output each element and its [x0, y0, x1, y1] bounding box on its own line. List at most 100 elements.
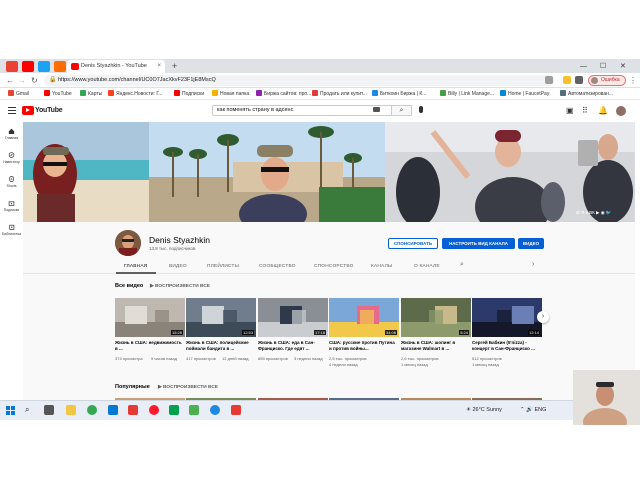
bookmark-item[interactable]: Новая папка — [212, 89, 249, 99]
pinned-tab-icon[interactable] — [54, 61, 66, 72]
microphone-icon[interactable] — [419, 106, 423, 113]
forward-button[interactable]: → — [18, 75, 26, 86]
tab-about[interactable]: О КАНАЛЕ — [414, 264, 440, 270]
active-browser-tab[interactable]: Denis Styazhkin - YouTube × — [67, 60, 165, 73]
youtube-pinned-tab-icon[interactable] — [22, 61, 34, 72]
play-all-popular-button[interactable]: ▶ ВОСПРОИЗВЕСТИ ВСЕ — [158, 384, 218, 391]
chrome-taskbar-icon[interactable] — [87, 405, 97, 415]
guide-label: Главная — [4, 136, 19, 140]
apps-grid-icon[interactable]: ⠿ — [582, 106, 588, 115]
bookmark-item[interactable]: YouTube — [44, 89, 72, 99]
share-icon[interactable] — [545, 76, 553, 84]
video-title[interactable]: Жизнь в США: еда в Сан-Франциско. Где ед… — [258, 340, 326, 351]
twitter-pinned-tab-icon[interactable] — [38, 61, 50, 72]
banner-social-links[interactable]: ⊞ Я в ВК ▶ ◉ 🐦 — [576, 210, 612, 216]
video-title[interactable]: Жизнь в США: шопинг в магазине Walmart в… — [401, 340, 469, 351]
bookmark-item[interactable]: Карты — [80, 89, 102, 99]
youtube-search-input[interactable]: как поменять страну в адсенс — [212, 105, 392, 116]
tabs-next-icon[interactable]: › — [532, 261, 535, 268]
bookmark-item[interactable]: Биржа сайтов: про... — [256, 89, 311, 99]
bookmark-item[interactable]: Gmail — [8, 89, 29, 99]
close-window-button[interactable]: ✕ — [620, 60, 626, 73]
file-explorer-icon[interactable] — [66, 405, 76, 415]
system-tray[interactable]: ⌃ 🔊 ENG — [520, 406, 546, 414]
address-bar[interactable]: 🔒 https://www.youtube.com/channel/UC0O7J… — [44, 75, 554, 86]
task-view-icon[interactable] — [44, 405, 54, 415]
video-views: 2,6 тыс. просмотров — [401, 356, 439, 361]
account-avatar[interactable] — [616, 106, 626, 116]
bookmark-item[interactable]: Подписки — [174, 89, 204, 99]
bookmark-item[interactable]: Billy | Link Manage... — [440, 89, 494, 99]
maximize-window-button[interactable]: ☐ — [600, 60, 606, 73]
video-title[interactable]: Жизнь в США: недвижимость в ... — [115, 340, 183, 351]
guide-item-shorts[interactable]: Shorts — [0, 176, 23, 188]
new-tab-button[interactable]: + — [172, 60, 177, 73]
video-title[interactable]: Жизнь в США: полицейские поймали бандита… — [186, 340, 254, 351]
mail-icon[interactable] — [108, 405, 118, 415]
manage-videos-button[interactable]: ВИДЕО — [518, 238, 544, 249]
browser-menu-icon[interactable]: ⋮ — [629, 75, 637, 86]
guide-item-library[interactable]: Библиотека — [0, 224, 23, 236]
windows-start-icon[interactable] — [6, 406, 15, 415]
bookmark-star-icon[interactable] — [563, 76, 571, 84]
weather-widget[interactable]: ☀ 26°C Sunny — [466, 406, 502, 414]
camtasia-icon[interactable] — [189, 405, 199, 415]
extensions-icon[interactable] — [575, 76, 583, 84]
edge-icon[interactable] — [210, 405, 220, 415]
tab-community[interactable]: СООБЩЕСТВО — [259, 264, 296, 270]
opera-icon[interactable] — [149, 405, 159, 415]
back-button[interactable]: ← — [6, 75, 14, 86]
video-thumbnail[interactable]: 17:18 — [258, 298, 328, 337]
youtube-logo-icon[interactable] — [22, 106, 34, 115]
video-title[interactable]: США: русские против Путина и против войн… — [329, 340, 397, 351]
video-thumbnail[interactable]: 15:25 — [115, 298, 185, 337]
video-thumbnail[interactable]: 12:14 — [472, 298, 542, 337]
reload-button[interactable]: ↻ — [31, 75, 38, 86]
create-video-icon[interactable]: ▣ — [566, 106, 574, 115]
keyboard-icon[interactable] — [373, 107, 380, 112]
video-title[interactable]: Сергей Бабкин (5'nizza) - концерт в Сан-… — [472, 340, 540, 351]
bookmark-item[interactable]: Продать или купит... — [312, 89, 367, 99]
profile-error-button[interactable]: Ошибка — [588, 75, 626, 86]
gmail-pinned-tab-icon[interactable] — [6, 61, 18, 72]
minimize-window-button[interactable]: — — [580, 60, 587, 73]
section-title-popular: Популярные — [115, 384, 150, 390]
tab-home[interactable]: ГЛАВНАЯ — [124, 264, 147, 270]
notifications-bell-icon[interactable]: 🔔 — [598, 106, 608, 115]
customize-channel-button[interactable]: НАСТРОИТЬ ВИД КАНАЛА — [442, 238, 515, 249]
tab-channels[interactable]: КАНАЛЫ — [371, 264, 392, 270]
bookmark-item[interactable]: Биткоин Биржа | К... — [372, 89, 426, 99]
tab-videos[interactable]: ВИДЕО — [169, 264, 187, 270]
video-duration: 5:24 — [459, 330, 469, 335]
close-tab-icon[interactable]: × — [157, 60, 161, 73]
sponsor-button[interactable]: СПОНСИРОВАТЬ — [388, 238, 438, 249]
video-age: 3 недели назад — [294, 356, 323, 361]
section-title-all-videos: Все видео — [115, 283, 144, 289]
tab-membership[interactable]: СПОНСОРСТВО — [314, 264, 354, 270]
youtube-logo-text[interactable]: YouTube — [35, 106, 63, 115]
video-thumbnail[interactable]: 34:06 — [329, 298, 399, 337]
bookmark-item[interactable]: Автоматизирован... — [560, 89, 613, 99]
taskbar-app-icon[interactable] — [169, 405, 179, 415]
subscriber-count: 13,8 тыс. подписчиков — [149, 246, 196, 251]
guide-item-explore[interactable]: Навигатор — [0, 152, 23, 164]
carousel-next-button[interactable]: › — [537, 311, 549, 323]
tab-playlists[interactable]: ПЛЕЙЛИСТЫ — [207, 264, 239, 270]
bookmark-favicon-icon — [312, 90, 318, 96]
taskbar-app-icon[interactable] — [231, 405, 241, 415]
video-thumbnail[interactable]: 5:24 — [401, 298, 471, 337]
screen: Denis Styazhkin - YouTube × + — ☐ ✕ ← → … — [0, 0, 640, 480]
taskbar-app-icon[interactable] — [128, 405, 138, 415]
channel-avatar[interactable] — [115, 230, 141, 256]
play-all-button[interactable]: ▶ ВОСПРОИЗВЕСТИ ВСЕ — [150, 283, 210, 290]
guide-item-subscriptions[interactable]: Подписки — [0, 200, 23, 212]
search-button[interactable]: ⌕ — [392, 105, 412, 116]
bookmark-item[interactable]: Яндекс.Новости: Г... — [108, 89, 163, 99]
bookmark-item[interactable]: Home | FaucetPay — [500, 89, 549, 99]
taskbar-search-icon[interactable]: ⌕ — [25, 405, 35, 415]
channel-search-icon[interactable]: ⌕ — [460, 261, 464, 268]
guide-item-home[interactable]: Главная — [0, 128, 23, 140]
bookmark-favicon-icon — [212, 90, 218, 96]
video-thumbnail[interactable]: 12:53 — [186, 298, 256, 337]
hamburger-menu-icon[interactable] — [8, 107, 16, 114]
